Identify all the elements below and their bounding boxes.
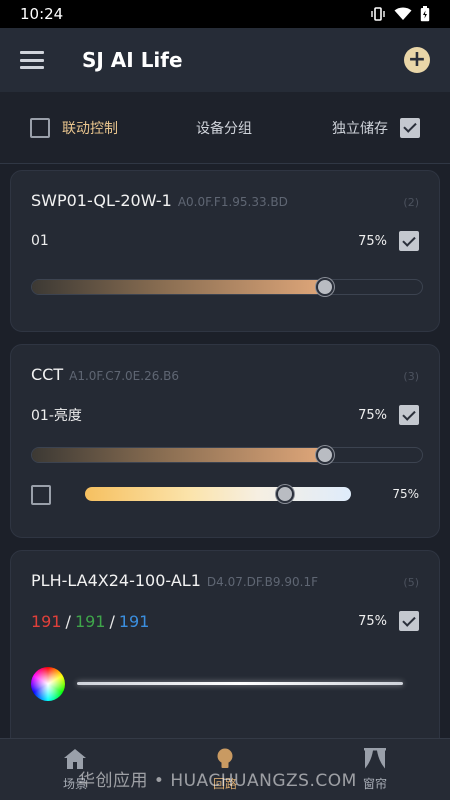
cct-percent: 75% xyxy=(392,487,419,501)
color-wheel-icon[interactable] xyxy=(31,667,65,701)
menu-icon[interactable] xyxy=(20,51,44,69)
device-header: CCT A1.0F.C7.0E.26.B6 (3) xyxy=(31,365,419,384)
rgb-red-value: 191 xyxy=(31,611,62,631)
device-header: PLH-LA4X24-100-AL1 D4.07.DF.B9.90.1F (5) xyxy=(31,571,419,590)
channel-checkbox[interactable] xyxy=(399,405,419,425)
curtain-icon xyxy=(364,748,386,769)
brightness-slider-thumb[interactable] xyxy=(315,278,334,296)
channel-checkbox[interactable] xyxy=(399,611,419,631)
device-card: CCT A1.0F.C7.0E.26.B6 (3) 01-亮度 75% 75% xyxy=(10,344,440,538)
color-temperature-slider[interactable] xyxy=(85,485,351,503)
rgb-green-value: 191 xyxy=(74,611,106,631)
brightness-slider[interactable] xyxy=(31,446,423,464)
channel-percent: 75% xyxy=(358,233,387,249)
channel-name: 01-亮度 xyxy=(31,408,82,424)
device-address: A1.0F.C7.0E.26.B6 xyxy=(69,369,180,383)
home-icon xyxy=(64,749,86,769)
device-index: (5) xyxy=(403,576,419,589)
linkage-label[interactable]: 联动控制 xyxy=(62,118,118,138)
nav-label: 回路 xyxy=(212,777,237,791)
nav-item-scene[interactable]: 场景 xyxy=(0,739,150,800)
channel-percent: 75% xyxy=(358,613,387,629)
device-group-link[interactable]: 设备分组 xyxy=(196,118,252,138)
channel-row: 01 75% xyxy=(31,231,419,251)
device-name: SWP01-QL-20W-1 xyxy=(31,191,172,210)
options-row: 联动控制 设备分组 独立储存 xyxy=(0,92,450,164)
rgb-blue-value: 191 xyxy=(118,611,150,631)
status-time: 10:24 xyxy=(20,5,64,23)
status-icons xyxy=(370,6,430,22)
status-bar: 10:24 xyxy=(0,0,450,28)
brightness-slider[interactable] xyxy=(31,278,423,296)
linkage-checkbox[interactable] xyxy=(30,117,50,138)
bulb-icon xyxy=(217,748,233,768)
independent-store-label: 独立储存 xyxy=(332,120,388,137)
brightness-slider-fill xyxy=(32,280,325,294)
channel-row: 01-亮度 75% xyxy=(31,405,419,425)
nav-item-curtain[interactable]: 窗帘 xyxy=(300,739,450,800)
cct-checkbox[interactable] xyxy=(31,485,51,505)
device-name: PLH-LA4X24-100-AL1 xyxy=(31,571,201,590)
nav-label: 窗帘 xyxy=(362,777,387,791)
device-index: (3) xyxy=(403,370,419,383)
channel-checkbox[interactable] xyxy=(399,231,419,251)
add-icon[interactable]: + xyxy=(404,47,430,73)
brightness-slider-thumb[interactable] xyxy=(315,446,334,464)
rgb-row: 191 / 191 / 191 75% xyxy=(31,611,419,631)
channel-percent: 75% xyxy=(358,407,387,423)
battery-icon xyxy=(420,6,430,22)
device-address: D4.07.DF.B9.90.1F xyxy=(206,575,318,589)
rgb-separator: / xyxy=(109,611,115,631)
rgb-separator: / xyxy=(65,611,71,631)
vibrate-icon xyxy=(371,7,385,21)
device-header: SWP01-QL-20W-1 A0.0F.F1.95.33.BD (2) xyxy=(31,191,419,210)
wifi-icon xyxy=(394,7,412,20)
nav-item-circuit[interactable]: 回路 xyxy=(150,739,300,800)
independent-store-checkbox[interactable] xyxy=(400,117,420,138)
app-bar: SJ AI Life + xyxy=(0,28,450,92)
channel-name: 01 xyxy=(31,233,49,249)
nav-label: 场景 xyxy=(62,777,87,791)
white-level-slider[interactable] xyxy=(77,682,403,685)
bottom-nav: 场景 回路 窗帘 xyxy=(0,738,450,800)
brightness-slider-fill xyxy=(32,448,325,462)
device-index: (2) xyxy=(403,196,419,209)
device-card: SWP01-QL-20W-1 A0.0F.F1.95.33.BD (2) 01 … xyxy=(10,170,440,332)
color-temperature-slider-thumb[interactable] xyxy=(275,485,294,503)
device-name: CCT xyxy=(31,365,64,384)
device-address: A0.0F.F1.95.33.BD xyxy=(177,195,288,209)
app-title: SJ AI Life xyxy=(82,48,183,72)
device-card: PLH-LA4X24-100-AL1 D4.07.DF.B9.90.1F (5)… xyxy=(10,550,440,760)
